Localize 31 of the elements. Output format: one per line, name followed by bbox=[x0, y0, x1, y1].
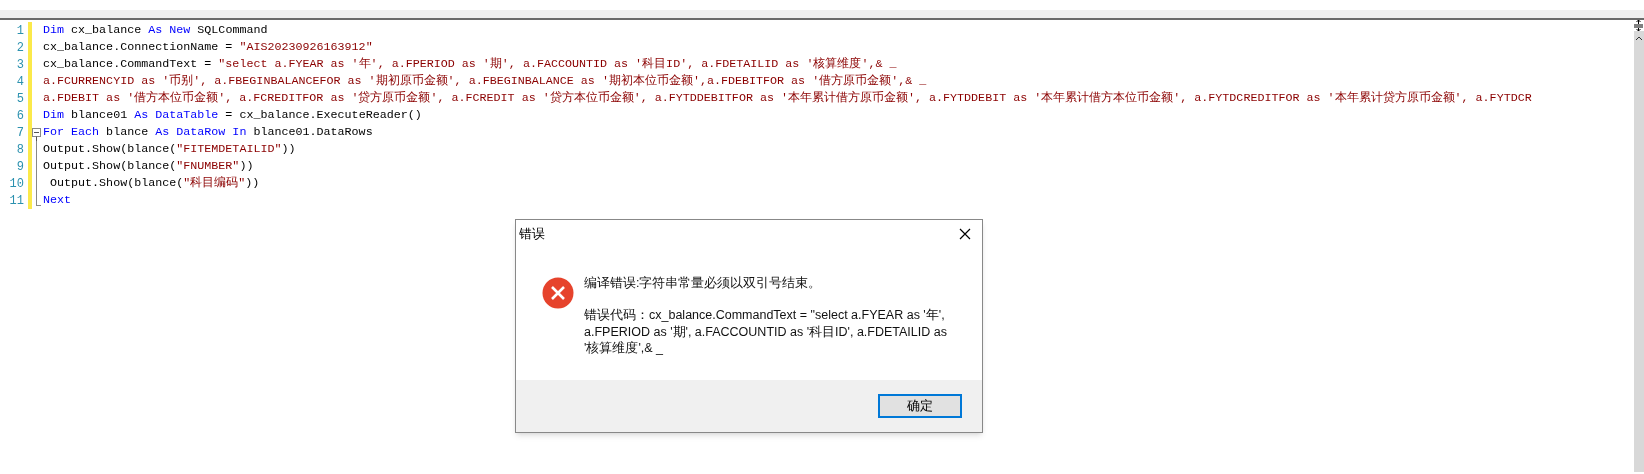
line-number: 10 bbox=[8, 175, 25, 193]
line-number: 7 bbox=[15, 124, 25, 142]
code-line: Output.Show(blance("FITEMDETAILID")) bbox=[43, 140, 296, 158]
line-number: 8 bbox=[15, 141, 25, 159]
line-number: 9 bbox=[15, 158, 25, 176]
code-line: a.FCURRENCYID as '币别', a.FBEGINBALANCEFOR as '期初原币金额', a.FBEGINBALANCE as '期初本位币金额',a.FDEBITFOR as '借方原币金额',& _ bbox=[43, 72, 927, 90]
line-number: 6 bbox=[15, 107, 25, 125]
code-line: cx_balance.CommandText = "select a.FYEAR as '年', a.FPERIOD as '期', a.FACCOUNTID as '科目ID', a.FDETAILID as '核算维度',& _ bbox=[43, 55, 897, 73]
error-detail: 错误代码：cx_balance.CommandText = "select a.FYEAR as '年', a.FPERIOD as '期', a.FACCOUNTID as '科目ID', a.FDETAILID as '核算维度',& _ bbox=[584, 307, 948, 357]
code-line: cx_balance.ConnectionName = "AIS20230926163912" bbox=[43, 38, 373, 56]
scrollbar[interactable] bbox=[1634, 20, 1644, 472]
dialog-title: 错误 bbox=[519, 225, 545, 244]
error-message: 编译错误:字符串常量必须以双引号结束。 bbox=[584, 275, 823, 291]
ok-button[interactable]: 确定 bbox=[878, 394, 962, 418]
code-line: Dim cx_balance As New SQLCommand bbox=[43, 21, 268, 39]
line-number: 5 bbox=[15, 90, 25, 108]
code-line: Dim blance01 As DataTable = cx_balance.ExecuteReader() bbox=[43, 106, 422, 124]
code-line: Next bbox=[43, 191, 72, 209]
line-number: 2 bbox=[15, 39, 25, 57]
split-icon[interactable] bbox=[1634, 20, 1644, 31]
line-number: 4 bbox=[15, 73, 25, 91]
code-line: Output.Show(blance("科目编码")) bbox=[49, 174, 260, 192]
close-icon[interactable] bbox=[959, 228, 971, 240]
error-icon bbox=[542, 277, 574, 309]
code-line: Output.Show(blance("FNUMBER")) bbox=[43, 157, 254, 175]
code-line: a.FDEBIT as '借方本位币金额', a.FCREDITFOR as '贷方原币金额', a.FCREDIT as '贷方本位币金额', a.FYTDDEBITFOR as '本年累计借方原币金额', a.FYTDDEBIT as '本年累计借方本位币金额', a.FYTDCREDITFOR as '本年累计贷方原币金额', a.FYTDCR bbox=[43, 89, 1532, 107]
line-number: 1 bbox=[15, 22, 25, 40]
line-number: 11 bbox=[8, 192, 25, 210]
scroll-up-icon[interactable] bbox=[1635, 35, 1643, 41]
code-line: For Each blance As DataRow In blance01.DataRows bbox=[43, 123, 373, 141]
line-number: 3 bbox=[15, 56, 25, 74]
